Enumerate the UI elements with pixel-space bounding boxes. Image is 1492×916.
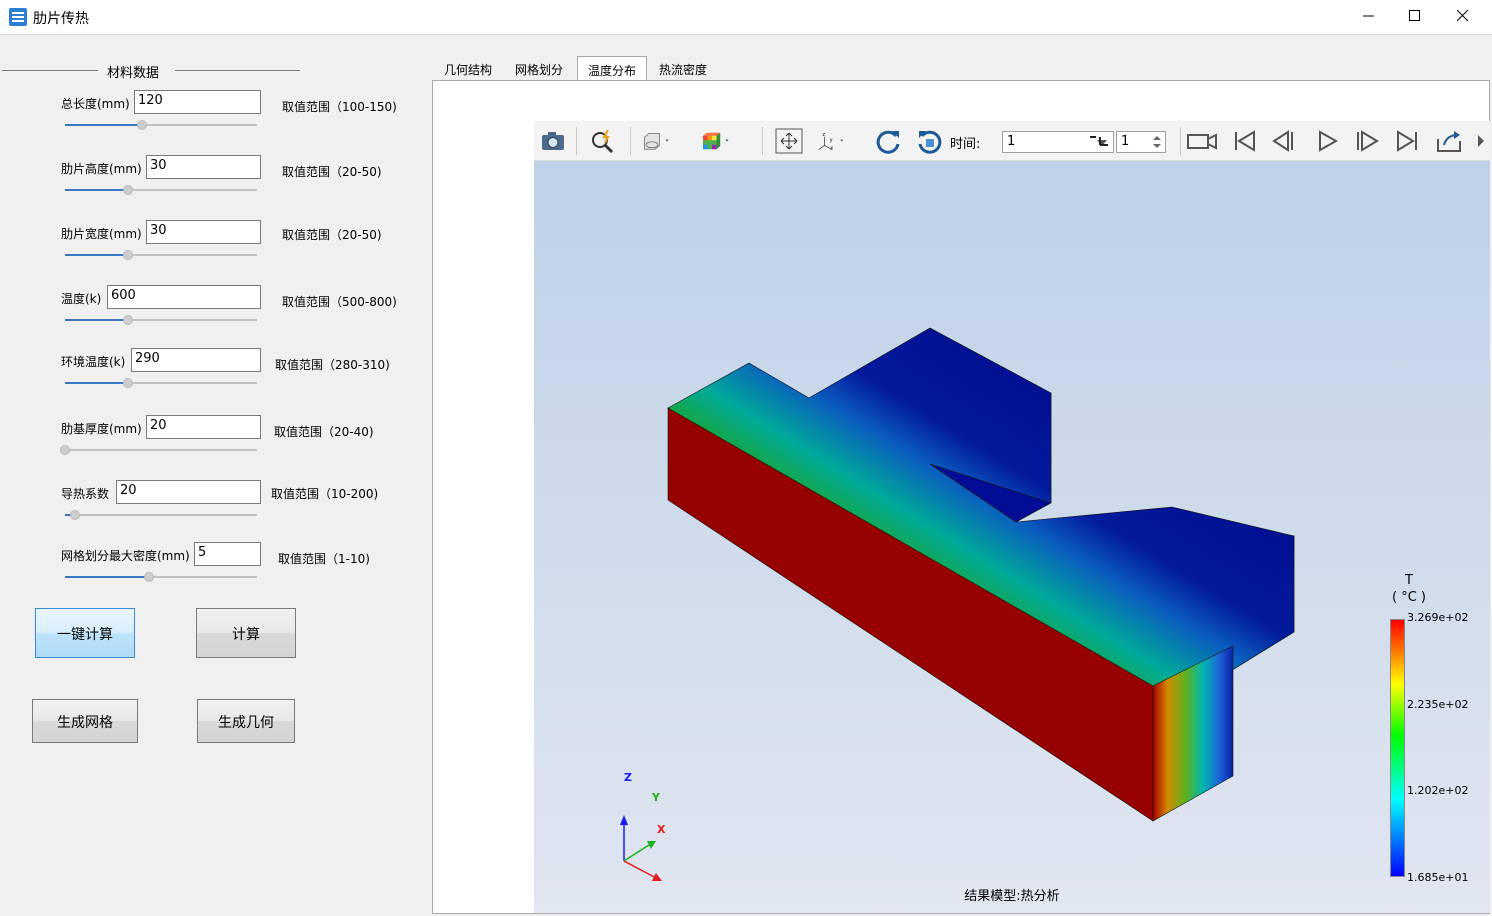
fin-width-slider[interactable] — [65, 250, 257, 260]
base-thickness-slider[interactable] — [60, 445, 257, 455]
zoom-icon[interactable] — [588, 127, 618, 155]
param-range: 取值范围（20-50) — [282, 165, 382, 179]
param-range: 取值范围（100-150) — [282, 100, 397, 114]
spin-arrows-icon — [1153, 136, 1161, 148]
mesh-density-input[interactable]: 5 — [194, 542, 261, 566]
svg-text:z: z — [822, 132, 825, 138]
toolbar-separator — [576, 127, 577, 155]
fin-height-slider[interactable] — [65, 185, 257, 195]
legend-min: 1.685e+01 — [1407, 871, 1469, 884]
play-icon[interactable] — [1312, 127, 1342, 155]
rotate-ccw-icon[interactable] — [914, 127, 944, 155]
legend-value: 1.202e+02 — [1407, 784, 1469, 797]
first-frame-icon[interactable] — [1230, 127, 1260, 155]
fin-height-input[interactable]: 30 — [146, 155, 261, 179]
export-icon[interactable] — [1434, 127, 1464, 155]
material-group-title: 材料数据 — [107, 66, 160, 81]
rotate-cw-icon[interactable] — [874, 127, 904, 155]
legend-variable: T — [1405, 573, 1413, 588]
record-icon[interactable] — [1186, 127, 1220, 155]
tab-temperature[interactable]: 温度分布 — [577, 56, 647, 82]
window-title: 肋片传热 — [33, 11, 89, 27]
step-spinbox[interactable]: 1 — [1116, 131, 1166, 153]
generate-mesh-button[interactable]: 生成网格 — [32, 699, 138, 743]
step-icon — [1090, 136, 1108, 146]
param-range: 取值范围（20-50) — [282, 228, 382, 242]
param-range: 取值范围（500-800) — [282, 295, 397, 309]
ambient-temp-slider[interactable] — [65, 378, 257, 388]
temperature-input[interactable]: 600 — [107, 285, 261, 309]
total-length-slider[interactable] — [65, 120, 257, 130]
param-range: 取值范围（20-40) — [274, 425, 374, 439]
legend-max: 3.269e+02 — [1407, 611, 1469, 624]
last-frame-icon[interactable] — [1392, 127, 1422, 155]
conductivity-input[interactable]: 20 — [116, 480, 261, 504]
axes-icon[interactable]: zyx — [816, 127, 846, 155]
maximize-icon — [1409, 10, 1420, 21]
result-caption: 结果模型:热分析 — [964, 889, 1060, 904]
param-range: 取值范围（10-200) — [271, 487, 379, 501]
viewer-toolbar: zyx 时间: 1 1 — [534, 121, 1490, 161]
maximize-button[interactable] — [1392, 0, 1438, 33]
time-select-value: 1 — [1007, 134, 1016, 149]
group-line-right — [175, 70, 300, 71]
compute-button[interactable]: 计算 — [196, 608, 296, 658]
param-label: 导热系数 — [61, 487, 110, 501]
result-viewer: zyx 时间: 1 1 Z Y X T (°C) 3.269e+02 2.2… — [534, 121, 1490, 913]
app-icon — [9, 8, 27, 26]
param-label: 环境温度(k) — [61, 355, 126, 369]
time-label: 时间: — [950, 137, 981, 152]
toolbar-separator — [762, 127, 763, 155]
toolbar-overflow-icon[interactable] — [1474, 127, 1488, 155]
close-button[interactable] — [1440, 0, 1486, 33]
param-range: 取值范围（1-10) — [278, 552, 370, 566]
svg-text:y: y — [830, 138, 833, 144]
base-thickness-input[interactable]: 20 — [146, 415, 261, 439]
param-label: 肋片宽度(mm) — [61, 227, 142, 241]
prev-frame-icon[interactable] — [1270, 127, 1300, 155]
color-cube-icon[interactable] — [700, 127, 730, 155]
temperature-slider[interactable] — [65, 315, 257, 325]
display-mode-icon[interactable] — [640, 127, 670, 155]
generate-geometry-button[interactable]: 生成几何 — [197, 699, 295, 743]
toolbar-separator — [1180, 127, 1181, 155]
minimize-button[interactable] — [1346, 0, 1392, 33]
temperature-colorbar — [1390, 619, 1405, 877]
param-range: 取值范围（280-310) — [275, 358, 390, 372]
ambient-temp-input[interactable]: 290 — [131, 348, 261, 372]
close-icon — [1457, 10, 1469, 22]
param-label: 肋基厚度(mm) — [61, 422, 142, 436]
tab-heat-flux[interactable]: 热流密度 — [652, 56, 714, 81]
svg-text:x: x — [830, 146, 833, 152]
x-axis — [623, 860, 659, 880]
param-label: 网格划分最大密度(mm) — [61, 549, 190, 563]
step-spinbox-value: 1 — [1121, 134, 1130, 149]
z-axis-label: Z — [624, 771, 632, 784]
legend-unit: ( °C ) — [1392, 590, 1426, 605]
fit-view-icon[interactable] — [774, 127, 804, 155]
param-label: 温度(k) — [61, 292, 102, 306]
mesh-density-slider[interactable] — [65, 572, 257, 582]
y-axis-label: Y — [652, 791, 660, 804]
one-click-compute-button[interactable]: 一键计算 — [35, 608, 135, 658]
param-label: 总长度(mm) — [61, 97, 130, 111]
group-line-left — [2, 70, 98, 71]
tab-geometry[interactable]: 几何结构 — [437, 56, 499, 81]
tab-mesh[interactable]: 网格划分 — [508, 56, 570, 81]
camera-icon[interactable] — [538, 127, 568, 155]
total-length-input[interactable]: 120 — [134, 90, 261, 114]
minimize-icon — [1363, 15, 1374, 17]
temperature-model — [620, 327, 1295, 881]
title-bar: 肋片传热 — [0, 0, 1492, 35]
y-axis — [623, 842, 653, 862]
next-frame-icon[interactable] — [1352, 127, 1382, 155]
fin-width-input[interactable]: 30 — [146, 220, 261, 244]
param-label: 肋片高度(mm) — [61, 162, 142, 176]
toolbar-separator — [630, 127, 631, 155]
conductivity-slider[interactable] — [65, 510, 257, 520]
legend-value: 2.235e+02 — [1407, 698, 1469, 711]
3d-viewport[interactable]: Z Y X T ( °C ) 3.269e+02 2.235e+02 1.202… — [534, 161, 1490, 913]
x-axis-label: X — [657, 823, 666, 836]
